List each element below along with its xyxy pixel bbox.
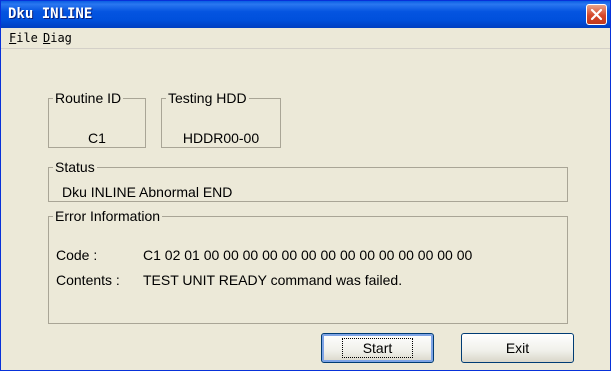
testing-hdd-group: Testing HDD HDDR00-00 [161,90,281,148]
close-button[interactable] [586,4,607,25]
menu-file[interactable]: File [9,31,38,45]
status-group: Status Dku INLINE Abnormal END [48,159,568,202]
contents-label: Contents : [56,272,120,288]
status-value: Dku INLINE Abnormal END [62,184,233,200]
exit-button-label: Exit [505,340,530,356]
error-info-group: Error Information Code : C1 02 01 00 00 … [48,208,568,324]
start-button-label: Start [341,338,414,358]
menu-diag[interactable]: Diag [43,31,72,45]
code-label: Code : [56,247,98,263]
status-label: Status [55,159,95,175]
title-bar[interactable]: Dku INLINE [1,1,610,28]
routine-id-label: Routine ID [55,90,122,106]
close-icon [590,8,603,21]
error-info-label: Error Information [55,208,161,224]
exit-button[interactable]: Exit [461,333,574,363]
contents-value: TEST UNIT READY command was failed. [143,272,403,288]
routine-id-group: Routine ID C1 [48,90,146,148]
testing-hdd-value: HDDR00-00 [182,130,260,146]
menu-bar: File Diag [1,28,610,49]
window-title: Dku INLINE [8,6,93,22]
code-value: C1 02 01 00 00 00 00 00 00 00 00 00 00 0… [143,247,473,263]
routine-id-value: C1 [88,130,106,146]
dialog-window: Dku INLINE File Diag Routine ID C1 Testi… [0,0,611,371]
start-button[interactable]: Start [321,333,434,363]
testing-hdd-label: Testing HDD [168,90,247,106]
